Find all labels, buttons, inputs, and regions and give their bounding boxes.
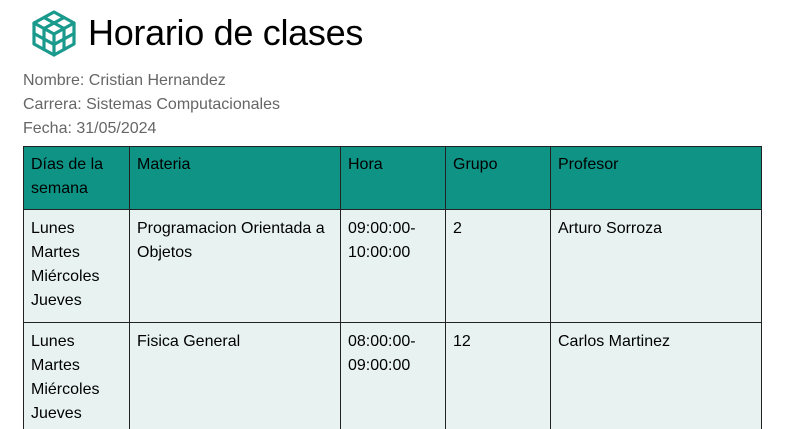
subject-cell: Programacion Orientada a Objetos — [129, 209, 341, 323]
schedule-table: Días de la semana Materia Hora Grupo Pro… — [23, 146, 762, 429]
teacher-cell: Carlos Martinez — [550, 322, 762, 429]
student-name: Nombre: Cristian Hernandez — [23, 72, 226, 89]
column-header-group: Grupo — [445, 146, 551, 210]
column-header-time: Hora — [340, 146, 446, 210]
subject-cell: Fisica General — [129, 322, 341, 429]
student-career: Carrera: Sistemas Computacionales — [23, 96, 280, 113]
column-header-days: Días de la semana — [23, 146, 130, 210]
day-label: Miércoles — [31, 381, 100, 398]
column-header-subject: Materia — [129, 146, 341, 210]
schedule-date: Fecha: 31/05/2024 — [23, 120, 157, 137]
days-cell: Lunes Martes Miércoles Jueves — [23, 209, 130, 323]
group-cell: 12 — [445, 322, 551, 429]
page: Horario de clases Nombre: Cristian Herna… — [0, 0, 789, 429]
student-info: Nombre: Cristian Hernandez Carrera: Sist… — [23, 69, 280, 141]
cube-grid-icon — [32, 10, 76, 57]
page-title: Horario de clases — [88, 12, 364, 53]
time-cell: 09:00:00-10:00:00 — [340, 209, 446, 323]
day-label: Martes — [31, 244, 80, 261]
day-label: Jueves — [31, 405, 82, 422]
table-header-row: Días de la semana Materia Hora Grupo Pro… — [23, 146, 762, 210]
column-header-teacher: Profesor — [550, 146, 762, 210]
page-header: Horario de clases — [30, 9, 363, 57]
day-label: Miércoles — [31, 268, 100, 285]
day-label: Lunes — [31, 333, 75, 350]
day-label: Lunes — [31, 220, 75, 237]
day-label: Jueves — [31, 292, 82, 309]
table-row: Lunes Martes Miércoles Jueves Fisica Gen… — [23, 322, 762, 429]
time-cell: 08:00:00-09:00:00 — [340, 322, 446, 429]
teacher-cell: Arturo Sorroza — [550, 209, 762, 323]
table-row: Lunes Martes Miércoles Jueves Programaci… — [23, 209, 762, 323]
group-cell: 2 — [445, 209, 551, 323]
day-label: Martes — [31, 357, 80, 374]
days-cell: Lunes Martes Miércoles Jueves — [23, 322, 130, 429]
